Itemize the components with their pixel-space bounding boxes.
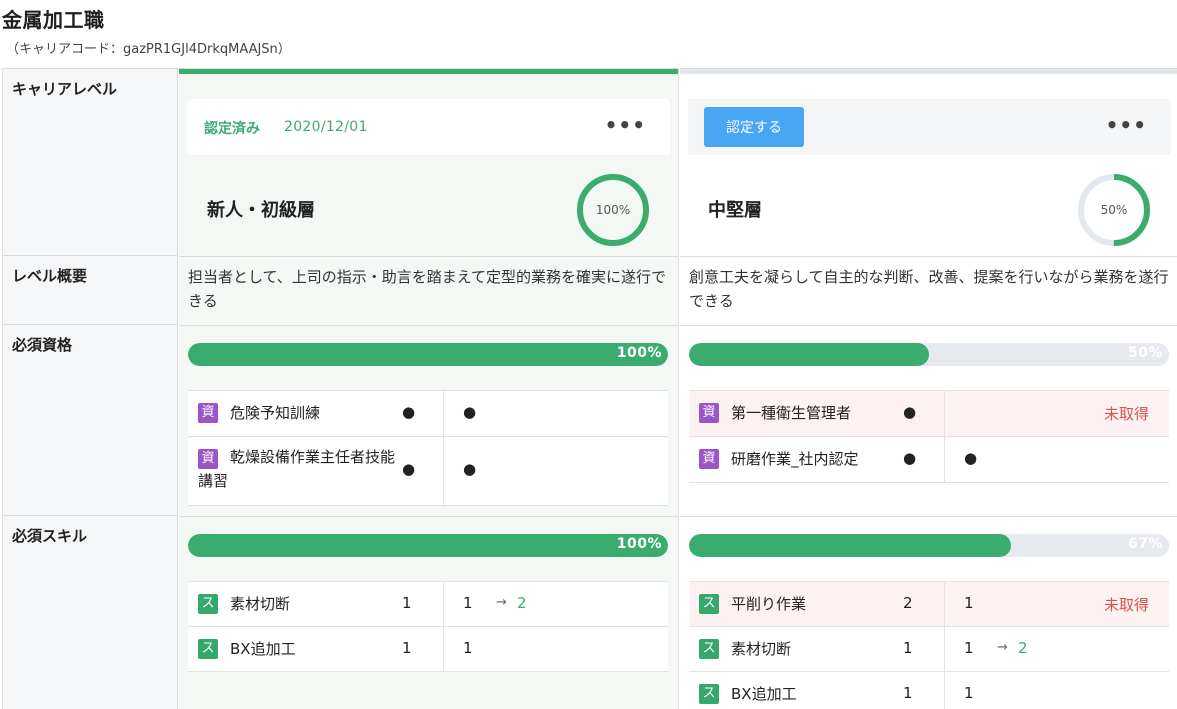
skill-progress-label: 100%: [616, 536, 662, 552]
career-grid: キャリアレベル レベル概要 必須資格 必須スキル 認定済み 2020/12/01…: [2, 68, 1177, 709]
required-level: 1: [402, 639, 412, 657]
qualification-item[interactable]: 資 危険予知訓練 ● ●: [188, 391, 668, 437]
skill-name: 素材切断: [230, 595, 291, 613]
required-level: 1: [402, 594, 412, 612]
level-name: 中堅層: [708, 200, 762, 221]
page-title: 金属加工職: [2, 8, 105, 32]
skill-item[interactable]: ス BX追加工 1 1: [188, 627, 668, 672]
level-status-box: 認定済み 2020/12/01 •••: [187, 99, 670, 155]
skill-item[interactable]: ス 平削り作業 2 1 未取得: [689, 582, 1169, 627]
skill-badge: ス: [198, 639, 218, 659]
row-header-qualifications: 必須資格: [3, 325, 178, 516]
level-column-entry: 認定済み 2020/12/01 ••• 新人・初級層 100% 担当者として、上…: [179, 69, 679, 709]
qualification-progress-label: 50%: [1127, 345, 1163, 361]
qualification-list: 資 第一種衛生管理者 ● 未取得 資 研磨作業_社内認定 ● ●: [689, 390, 1169, 483]
missing-status: 未取得: [1103, 596, 1149, 614]
required-mark: ●: [402, 403, 416, 421]
certify-button[interactable]: 認定する: [704, 107, 804, 147]
more-menu-icon[interactable]: •••: [605, 113, 646, 137]
row-header-career-level: キャリアレベル: [3, 69, 178, 256]
level-status-bar: [680, 69, 1177, 74]
required-level: 2: [903, 594, 913, 612]
qualification-list: 資 危険予知訓練 ● ● 資 乾燥設備作業主任者技能講習 ● ●: [188, 390, 668, 506]
required-mark: ●: [402, 460, 416, 478]
career-code: （キャリアコード：gazPR1GJl4DrkqMAAJSn）: [6, 42, 291, 57]
skill-list: ス 平削り作業 2 1 未取得 ス 素材切断 1 1 → 2 ス BX追加工 1: [689, 581, 1169, 709]
qualification-item[interactable]: 資 第一種衛生管理者 ● 未取得: [689, 391, 1169, 437]
skill-progress-label: 67%: [1127, 536, 1163, 552]
level-progress-label: 100%: [595, 203, 631, 217]
level-status-bar: [179, 69, 678, 74]
level-summary: 担当者として、上司の指示・助言を踏まえて定型的業務を確実に遂行できる: [188, 268, 667, 310]
skill-progress-bar: 67%: [689, 534, 1169, 557]
skill-list: ス 素材切断 1 1 → 2 ス BX追加工 1 1: [188, 581, 668, 672]
qualification-item[interactable]: 資 乾燥設備作業主任者技能講習 ● ●: [188, 437, 668, 506]
required-level: 1: [903, 639, 913, 657]
target-level: 2: [517, 594, 527, 612]
row-header-overview: レベル概要: [3, 256, 178, 325]
current-level: 1: [964, 594, 974, 612]
qualification-badge: 資: [198, 403, 218, 423]
arrow-right-icon: →: [997, 640, 1008, 655]
skill-badge: ス: [699, 684, 719, 704]
skill-badge: ス: [198, 594, 218, 614]
skill-name: 平削り作業: [731, 595, 807, 613]
qualification-progress-bar: 50%: [689, 343, 1169, 366]
qualification-name: 危険予知訓練: [230, 404, 321, 422]
skill-name: BX追加工: [731, 685, 797, 703]
required-mark: ●: [903, 449, 917, 467]
arrow-right-icon: →: [496, 595, 507, 610]
required-mark: ●: [903, 403, 917, 421]
skill-badge: ス: [699, 594, 719, 614]
level-summary: 創意工夫を凝らして自主的な判断、改善、提案を行いながら業務を遂行できる: [689, 268, 1169, 310]
acquired-mark: ●: [964, 449, 978, 467]
qualification-progress-bar: 100%: [188, 343, 668, 366]
target-level: 2: [1018, 639, 1028, 657]
qualification-name: 第一種衛生管理者: [731, 404, 852, 422]
qualification-badge: 資: [699, 449, 719, 469]
skill-progress-bar: 100%: [188, 534, 668, 557]
skill-name: BX追加工: [230, 640, 296, 658]
qualification-item[interactable]: 資 研磨作業_社内認定 ● ●: [689, 437, 1169, 483]
qualification-badge: 資: [699, 403, 719, 423]
missing-status: 未取得: [1103, 405, 1149, 423]
acquired-mark: ●: [463, 403, 477, 421]
level-status-box: 認定する •••: [688, 99, 1171, 155]
required-level: 1: [903, 684, 913, 702]
more-menu-icon[interactable]: •••: [1106, 113, 1147, 137]
current-level: 1: [463, 594, 473, 612]
certified-label: 認定済み: [204, 121, 260, 137]
current-level: 1: [964, 639, 974, 657]
skill-item[interactable]: ス BX追加工 1 1: [689, 672, 1169, 709]
level-name: 新人・初級層: [207, 200, 315, 221]
skill-item[interactable]: ス 素材切断 1 1 → 2: [188, 582, 668, 627]
certified-date: 2020/12/01: [284, 119, 368, 135]
level-progress-label: 50%: [1100, 203, 1128, 217]
qualification-name: 乾燥設備作業主任者技能講習: [198, 448, 396, 490]
qualification-name: 研磨作業_社内認定: [731, 450, 859, 468]
row-header-skills: 必須スキル: [3, 516, 178, 709]
current-level: 1: [463, 639, 473, 657]
level-column-mid: 認定する ••• 中堅層 50% 創意工夫を凝らして自主的な判断、改善、提案を行…: [680, 69, 1177, 709]
qualification-progress-label: 100%: [616, 345, 662, 361]
acquired-mark: ●: [463, 460, 477, 478]
skill-name: 素材切断: [731, 640, 792, 658]
skill-item[interactable]: ス 素材切断 1 1 → 2: [689, 627, 1169, 672]
skill-badge: ス: [699, 639, 719, 659]
current-level: 1: [964, 684, 974, 702]
